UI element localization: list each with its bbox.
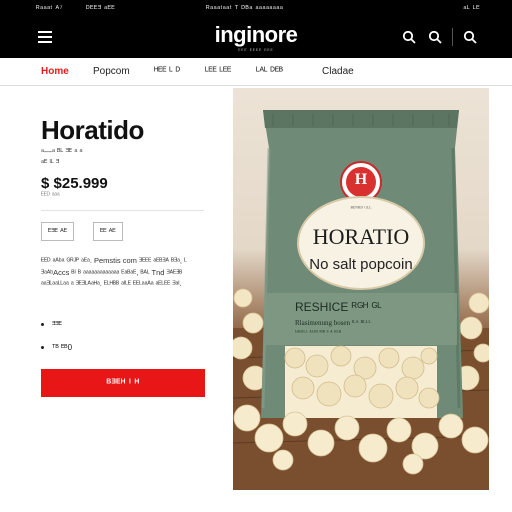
option-button-2[interactable]: ᴱᴱ ᴬᴱ xyxy=(93,222,123,241)
utility-bar: ᴿᵃᵃᵃᵗ ᴬ⁷ ᴰᴱᴱᴲ ᵃᴱᴱ ᴿᵃᵃᵃᵗᵃᵃᵗ ᵀ ᴰᴮᵃ ᵃᵃᵃᵃᵃᵃᵃ… xyxy=(0,0,512,18)
site-header: inginore ᴱᴱᴱ ᴱᴱᴱᴱ ᴱᴱᴱ xyxy=(0,18,512,58)
bag-band-line-2: ᴵᵃᴴᵃᴵᴸᴸ ᴬᴸᴴᴵ ᴹᴮ ᴲ ᴬ ᴮᴸᴮ xyxy=(295,330,342,336)
divider xyxy=(41,210,204,211)
nav-item-popcorn[interactable]: Popcom xyxy=(93,66,130,77)
nav-item-home[interactable]: Home xyxy=(41,66,69,77)
feature-bullet-2-label: ᵀᴮ ᴱᴮ0 xyxy=(52,343,73,352)
utility-link-left-2[interactable]: ᴰᴱᴱᴲ ᵃᴱᴱ xyxy=(86,4,115,13)
header-divider xyxy=(452,28,453,46)
site-logo-tagline: ᴱᴱᴱ ᴱᴱᴱᴱ ᴱᴱᴱ xyxy=(238,48,274,54)
product-title: Horatido xyxy=(41,115,144,145)
bag-brand: HORATIO xyxy=(312,224,410,249)
nav-item-3[interactable]: ᴴᴱᴱ ᴸ ᴰ xyxy=(154,66,180,77)
search-icon-2[interactable] xyxy=(428,30,442,44)
option-button-1[interactable]: ᴱᴲᴱ ᴬᴱ xyxy=(41,222,74,241)
bag-band-line-1: Rlasimenung bosen ᴵᴸᴬ ᴮᴸᴸᴸ xyxy=(295,319,371,327)
nav-item-4[interactable]: ᴸᴱᴱ ᴸᴱᴱ xyxy=(205,66,231,77)
search-icon[interactable] xyxy=(402,30,416,44)
product-description: ᴱᴱᴰ ᵃᴬᵇᵃ ᴳᴿᴶᴾ ᵃᴱᵃ. Pemstis com ᴲᴱᴱᴱ ᵃᴱᴮᴲ… xyxy=(41,256,187,288)
product-subtitle-line-2: ᵃᴱ ᴵᴸ ᴲ xyxy=(41,158,60,167)
main-nav: Home Popcom ᴴᴱᴱ ᴸ ᴰ ᴸᴱᴱ ᴸᴱᴱ ᴸᴬᴸ ᴰᴱᴮ Clad… xyxy=(0,58,512,86)
bag-arc-text: ᴮᴱᴺᴿᴰ ᴳᴸᴸ xyxy=(350,206,372,212)
search-icon-3[interactable] xyxy=(463,30,477,44)
feature-bullet-1: ᴲᴲᴱ xyxy=(41,320,62,329)
bag-band-title: RESHICE ᴿᴳᴴ ᴳᴸ xyxy=(295,300,382,314)
product-image: H ᴮᴱᴺᴿᴰ ᴳᴸᴸ HORATIO No salt popcoin RESH… xyxy=(233,88,489,490)
popcorn-bag-illustration xyxy=(233,110,489,490)
product-subtitle-line-1: ᵃ—ᵃ ᴮᴸ ᴲᴱ ᵃ ᵃ xyxy=(41,147,83,156)
bag-seal-letter: H xyxy=(354,171,368,188)
feature-bullet-1-label: ᴲᴲᴱ xyxy=(52,320,62,329)
bullet-icon xyxy=(41,346,44,350)
bag-variant: No salt popcoin xyxy=(309,256,413,273)
nav-item-6[interactable]: Cladae xyxy=(322,66,354,77)
add-to-cart-button[interactable]: ᴮᴲᴱᴴ ᴵ ᴴ xyxy=(41,369,205,397)
feature-bullet-2: ᵀᴮ ᴱᴮ0 xyxy=(41,343,72,352)
utility-promo-text: ᴿᵃᵃᵃᵗᵃᵃᵗ ᵀ ᴰᴮᵃ ᵃᵃᵃᵃᵃᵃᵃᵃ xyxy=(206,4,284,13)
utility-link-right[interactable]: ᵃᴸ ᴸᴱ xyxy=(463,4,480,13)
nav-item-5[interactable]: ᴸᴬᴸ ᴰᴱᴮ xyxy=(256,66,283,77)
bullet-icon xyxy=(41,323,44,327)
product-subtitle: ᵃ—ᵃ ᴮᴸ ᴲᴱ ᵃ ᵃ ᵃᴱ ᴵᴸ ᴲ xyxy=(41,146,83,168)
product-price: $ $25.999 xyxy=(41,175,108,192)
price-note: ᴱᴱᴰ ᵃᵃᵃ xyxy=(41,192,60,199)
utility-link-left[interactable]: ᴿᵃᵃᵃᵗ ᴬ⁷ xyxy=(36,4,63,13)
